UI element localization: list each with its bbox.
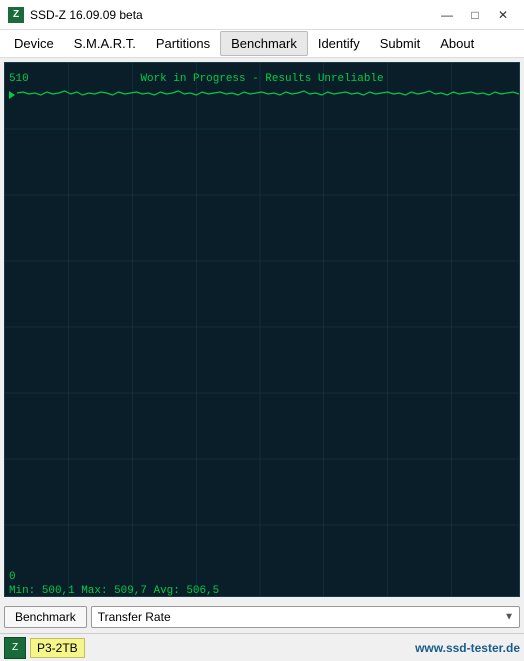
title-bar: Z SSD-Z 16.09.09 beta — □ ✕ <box>0 0 524 30</box>
status-bar: Z P3-2TB www.ssd-tester.de <box>0 633 524 661</box>
benchmark-button[interactable]: Benchmark <box>4 606 87 628</box>
status-drive-name: P3-2TB <box>30 638 85 658</box>
menu-bar: Device S.M.A.R.T. Partitions Benchmark I… <box>0 30 524 58</box>
minimize-button[interactable]: — <box>434 5 460 25</box>
menu-identify[interactable]: Identify <box>308 32 370 55</box>
menu-partitions[interactable]: Partitions <box>146 32 220 55</box>
close-button[interactable]: ✕ <box>490 5 516 25</box>
svg-text:Min: 500,1 Max: 509,7 Avg: 5: Min: 500,1 Max: 509,7 Avg: 506,5 <box>9 585 219 596</box>
svg-text:510: 510 <box>9 73 29 85</box>
app-icon: Z <box>8 7 24 23</box>
benchmark-chart: 510 Work in Progress - Results Unreliabl… <box>5 63 519 596</box>
title-controls: — □ ✕ <box>434 5 516 25</box>
menu-about[interactable]: About <box>430 32 484 55</box>
status-url: www.ssd-tester.de <box>415 641 520 655</box>
menu-benchmark[interactable]: Benchmark <box>220 31 308 56</box>
title-text: SSD-Z 16.09.09 beta <box>30 8 143 22</box>
svg-text:Work in Progress - Results Unr: Work in Progress - Results Unreliable <box>140 73 383 85</box>
menu-submit[interactable]: Submit <box>370 32 430 55</box>
status-app-icon: Z <box>4 637 26 659</box>
menu-smart[interactable]: S.M.A.R.T. <box>64 32 146 55</box>
bottom-controls: Benchmark Transfer Rate ▼ <box>0 601 524 633</box>
title-bar-left: Z SSD-Z 16.09.09 beta <box>8 7 143 23</box>
menu-device[interactable]: Device <box>4 32 64 55</box>
svg-text:0: 0 <box>9 571 16 583</box>
select-wrapper: Transfer Rate ▼ <box>91 606 520 628</box>
chart-area: 510 Work in Progress - Results Unreliabl… <box>4 62 520 597</box>
maximize-button[interactable]: □ <box>462 5 488 25</box>
transfer-rate-select[interactable]: Transfer Rate <box>91 606 520 628</box>
